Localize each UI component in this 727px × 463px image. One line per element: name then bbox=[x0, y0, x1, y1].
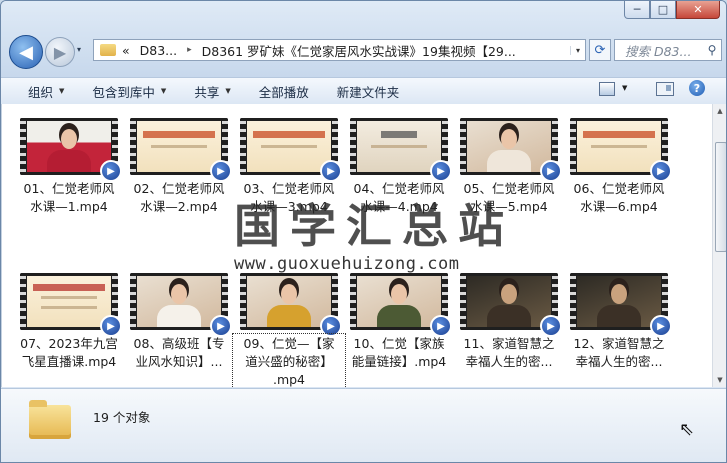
command-bar: 组织 ▼ 包含到库中 ▼ 共享 ▼ 全部播放 新建文件夹 bbox=[1, 77, 726, 105]
help-icon[interactable]: ? bbox=[689, 80, 705, 96]
search-input[interactable]: 搜索 D83... bbox=[615, 41, 703, 60]
change-view-icon[interactable] bbox=[599, 82, 615, 96]
refresh-button[interactable]: ⟳ bbox=[589, 39, 611, 61]
preview-pane-icon[interactable] bbox=[656, 82, 674, 96]
player-badge-icon: ▶ bbox=[430, 315, 452, 337]
back-button[interactable]: ◀ bbox=[9, 35, 43, 69]
recent-pages-button[interactable]: ▾ bbox=[77, 45, 87, 55]
file-name: 09、仁觉—【家 道兴盛的秘密】 .mp4 bbox=[232, 333, 346, 387]
scroll-up-icon[interactable]: ▲ bbox=[714, 104, 726, 118]
close-button[interactable]: ✕ bbox=[676, 1, 720, 19]
minimize-button[interactable]: ─ bbox=[624, 1, 650, 19]
address-segment-current[interactable]: D8361 罗矿妹《仁觉家居风水实战课》19集视频【29... bbox=[202, 41, 570, 60]
file-name: 05、仁觉老师风 水课—5.mp4 bbox=[463, 181, 555, 214]
address-bar[interactable]: « D83... ▸ D8361 罗矿妹《仁觉家居风水实战课》19集视频【29.… bbox=[93, 39, 586, 61]
address-segment-root[interactable]: D83... bbox=[140, 43, 177, 58]
player-badge-icon: ▶ bbox=[430, 160, 452, 182]
folder-icon bbox=[29, 400, 71, 439]
file-name: 03、仁觉老师风 水课—3.mp4 bbox=[243, 181, 335, 214]
player-badge-icon: ▶ bbox=[210, 315, 232, 337]
share-button[interactable]: 共享 ▼ bbox=[194, 82, 230, 101]
vertical-scrollbar[interactable]: ▲ ▼ bbox=[712, 104, 726, 387]
share-label: 共享 bbox=[194, 84, 220, 100]
file-name: 04、仁觉老师风 水课—4.mp4 bbox=[353, 181, 445, 214]
file-name: 02、仁觉老师风 水课—2.mp4 bbox=[133, 181, 225, 214]
player-badge-icon: ▶ bbox=[100, 160, 122, 182]
file-name: 01、仁觉老师风 水课—1.mp4 bbox=[23, 181, 115, 214]
organize-label: 组织 bbox=[28, 84, 54, 100]
search-box[interactable]: 搜索 D83... ⚲ bbox=[614, 39, 722, 61]
file-name: 10、仁觉【家族 能量链接】.mp4 bbox=[351, 336, 447, 369]
chevron-down-icon: ▼ bbox=[160, 87, 167, 95]
file-name: 11、家道智慧之 幸福人生的密... bbox=[463, 336, 555, 369]
chevron-down-icon: ▼ bbox=[59, 87, 65, 95]
folder-icon bbox=[100, 44, 116, 56]
include-in-library-button[interactable]: 包含到库中 ▼ bbox=[92, 82, 166, 101]
scrollbar-thumb[interactable] bbox=[715, 142, 726, 252]
scroll-down-icon[interactable]: ▼ bbox=[714, 373, 726, 387]
breadcrumb-separator-icon[interactable]: ▸ bbox=[187, 45, 192, 55]
address-overflow-chevron[interactable]: « bbox=[122, 43, 130, 58]
mouse-cursor-icon: ⇖ bbox=[679, 419, 695, 440]
chevron-down-icon: ▼ bbox=[225, 87, 231, 95]
address-dropdown-button[interactable]: ▾ bbox=[570, 45, 585, 55]
player-badge-icon: ▶ bbox=[210, 160, 232, 182]
player-badge-icon: ▶ bbox=[320, 160, 342, 182]
play-all-button[interactable]: 全部播放 bbox=[259, 82, 309, 101]
search-icon[interactable]: ⚲ bbox=[703, 43, 721, 57]
title-bar: ─ □ ✕ ◀ ▶ ▾ « D83... ▸ D8361 罗矿妹《仁觉家居风水实… bbox=[1, 1, 726, 77]
player-badge-icon: ▶ bbox=[100, 315, 122, 337]
file-name: 06、仁觉老师风 水课—6.mp4 bbox=[573, 181, 665, 214]
player-badge-icon: ▶ bbox=[650, 160, 672, 182]
file-list[interactable]: ▶ 01、仁觉老师风 水课—1.mp4 ▶ 02、仁觉老师风 水课—2.mp4 ▶ … bbox=[1, 104, 713, 387]
maximize-button[interactable]: □ bbox=[650, 1, 676, 19]
watermark-url: www.guoxuehuizong.com bbox=[234, 254, 460, 274]
player-badge-icon: ▶ bbox=[320, 315, 342, 337]
details-pane: 19 个对象 bbox=[1, 388, 726, 462]
player-badge-icon: ▶ bbox=[540, 315, 562, 337]
explorer-window: ─ □ ✕ ◀ ▶ ▾ « D83... ▸ D8361 罗矿妹《仁觉家居风水实… bbox=[0, 0, 727, 463]
refresh-icon: ⟳ bbox=[594, 42, 606, 58]
forward-button[interactable]: ▶ bbox=[45, 37, 75, 67]
file-name: 12、家道智慧之 幸福人生的密... bbox=[573, 336, 665, 369]
view-options-chevron-icon[interactable]: ▼ bbox=[622, 84, 627, 92]
include-library-label: 包含到库中 bbox=[92, 84, 155, 100]
caption-buttons: ─ □ ✕ bbox=[624, 1, 720, 19]
file-name: 08、高级班【专 业风水知识】... bbox=[133, 336, 225, 369]
player-badge-icon: ▶ bbox=[540, 160, 562, 182]
file-name: 07、2023年九宫 飞星直播课.mp4 bbox=[20, 336, 118, 369]
new-folder-button[interactable]: 新建文件夹 bbox=[337, 82, 400, 101]
organize-button[interactable]: 组织 ▼ bbox=[28, 82, 64, 101]
player-badge-icon: ▶ bbox=[650, 315, 672, 337]
item-count: 19 个对象 bbox=[93, 410, 151, 425]
